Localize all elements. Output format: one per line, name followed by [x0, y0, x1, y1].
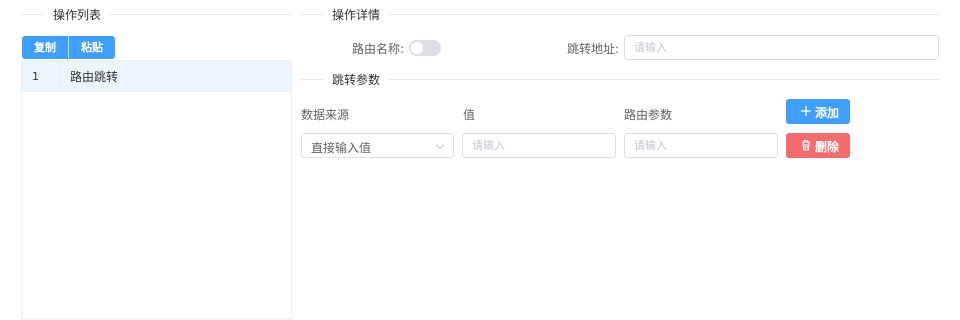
route-param-input[interactable]: [624, 133, 778, 158]
details-section-title: 操作详情: [324, 8, 389, 22]
copy-paste-button-group: 复制 粘贴: [22, 36, 115, 59]
paste-button[interactable]: 粘贴: [69, 36, 115, 59]
copy-button[interactable]: 复制: [22, 36, 69, 59]
left-section-title: 操作列表: [45, 8, 110, 22]
column-header-value: 值: [463, 108, 476, 122]
trash-icon: [802, 139, 810, 151]
switch-knob: [411, 42, 423, 54]
params-section-title: 跳转参数: [324, 73, 389, 87]
add-button-label: 添加: [815, 106, 840, 120]
value-input[interactable]: [462, 133, 616, 158]
list-item-label: 路由跳转: [70, 70, 119, 84]
plus-icon: [801, 106, 811, 116]
add-button[interactable]: 添加: [786, 99, 850, 124]
details-section-divider: [300, 14, 940, 15]
chevron-down-icon: [435, 140, 445, 150]
params-section-divider: [300, 79, 940, 80]
list-item-separator: [60, 61, 61, 91]
source-select-value: 直接输入值: [311, 141, 372, 155]
column-header-source: 数据来源: [301, 108, 350, 122]
jump-address-input[interactable]: [624, 35, 939, 60]
list-item[interactable]: 1 路由跳转: [22, 61, 291, 92]
route-name-label: 路由名称:: [352, 42, 405, 56]
operation-list: 1 路由跳转: [21, 60, 292, 320]
delete-button-label: 删除: [815, 140, 840, 154]
jump-address-label: 跳转地址:: [567, 42, 620, 56]
route-name-switch[interactable]: [409, 40, 441, 56]
column-header-route-param: 路由参数: [624, 108, 673, 122]
source-select[interactable]: 直接输入值: [301, 133, 454, 158]
list-item-index: 1: [32, 70, 39, 83]
delete-button[interactable]: 删除: [786, 133, 850, 158]
